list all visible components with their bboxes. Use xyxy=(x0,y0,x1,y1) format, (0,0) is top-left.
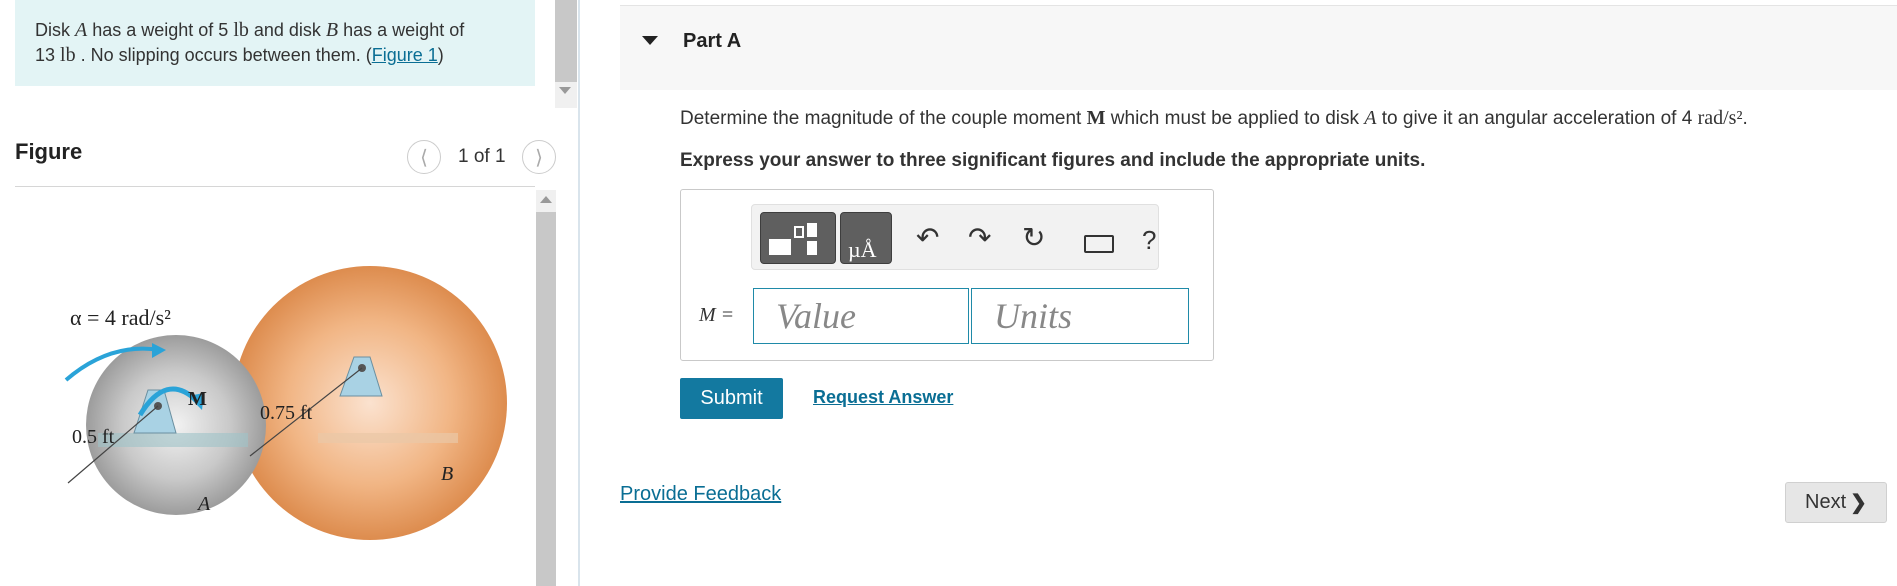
instruction-text: Express your answer to three significant… xyxy=(680,150,1426,171)
reset-button[interactable]: ↻ xyxy=(1022,221,1045,254)
undo-icon: ↶ xyxy=(916,222,940,253)
redo-button[interactable]: ↷ xyxy=(968,221,991,254)
templates-button[interactable] xyxy=(760,212,836,264)
caret-down-icon[interactable] xyxy=(642,36,658,45)
part-title: Part A xyxy=(683,30,742,52)
figure-next-button[interactable]: ⟩ xyxy=(522,140,556,174)
figure-scrollbar-thumb[interactable] xyxy=(536,212,556,586)
figure-link[interactable]: Figure 1 xyxy=(372,45,438,65)
value-input[interactable] xyxy=(753,288,969,344)
units-button[interactable]: µÅ xyxy=(840,212,892,264)
next-label: Next xyxy=(1805,491,1847,513)
answer-box: µÅ ↶ ↷ ↻ ? M = xyxy=(680,189,1214,361)
radius-a-label: 0.5 ft xyxy=(72,426,115,448)
units-input[interactable] xyxy=(971,288,1189,344)
figure-prev-button[interactable]: ⟨ xyxy=(407,140,441,174)
submit-button[interactable]: Submit xyxy=(680,378,783,419)
scroll-down-icon[interactable] xyxy=(559,87,571,94)
scroll-up-icon[interactable] xyxy=(540,196,552,203)
problem-statement: Disk A has a weight of 5 lb and disk B h… xyxy=(15,0,535,86)
moment-label: M xyxy=(188,388,207,410)
help-button[interactable]: ? xyxy=(1142,225,1156,256)
keyboard-icon[interactable] xyxy=(1084,235,1114,253)
redo-icon: ↷ xyxy=(968,222,992,253)
svg-text:µÅ: µÅ xyxy=(848,237,877,262)
chevron-right-icon: ❯ xyxy=(1850,492,1867,514)
help-icon: ? xyxy=(1142,225,1157,255)
request-answer-link[interactable]: Request Answer xyxy=(813,387,953,408)
part-a-header[interactable]: Part A xyxy=(620,5,1897,90)
undo-button[interactable]: ↶ xyxy=(916,221,939,254)
question-text: Determine the magnitude of the couple mo… xyxy=(680,107,1748,129)
chevron-left-icon: ⟨ xyxy=(420,146,428,169)
disk-b-label: B xyxy=(441,463,453,485)
units-icon: µÅ xyxy=(848,237,877,262)
math-toolbar: µÅ ↶ ↷ ↻ ? xyxy=(751,204,1159,270)
figure-divider xyxy=(15,186,535,187)
figure-title: Figure xyxy=(15,139,83,164)
pane-divider xyxy=(578,0,580,586)
disk-a xyxy=(86,335,266,515)
answer-label: M = xyxy=(699,304,735,326)
radius-b-label: 0.75 ft xyxy=(260,402,313,424)
disk-a-label: A xyxy=(196,493,211,515)
provide-feedback-link[interactable]: Provide Feedback xyxy=(620,483,781,506)
next-button[interactable]: Next ❯ xyxy=(1785,482,1887,523)
figure-image: α = 4 rad/s² M 0.5 ft 0.75 ft A B xyxy=(64,266,507,540)
templates-icon xyxy=(769,223,817,255)
left-pane: Disk A has a weight of 5 lb and disk B h… xyxy=(0,0,578,586)
chevron-right-icon: ⟩ xyxy=(535,146,543,169)
alpha-label: α = 4 rad/s² xyxy=(70,305,171,330)
reset-icon: ↻ xyxy=(1022,222,1046,253)
problem-scrollbar-thumb[interactable] xyxy=(555,0,577,82)
figure-counter: 1 of 1 xyxy=(458,146,506,167)
